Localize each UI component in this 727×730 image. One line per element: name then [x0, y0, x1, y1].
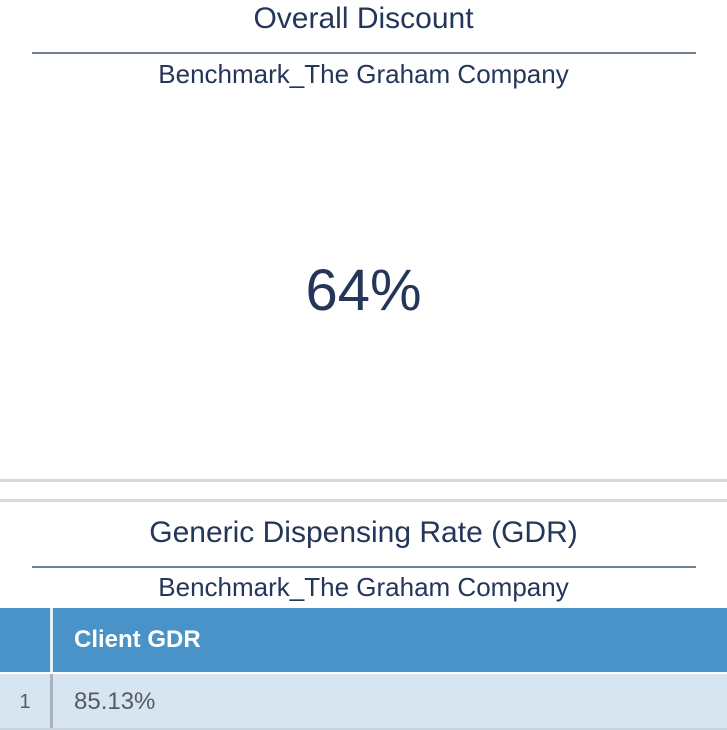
panel-separator	[0, 479, 727, 482]
title-divider	[32, 52, 696, 54]
column-divider	[50, 608, 53, 672]
kpi-value: 64%	[305, 258, 422, 323]
table-row[interactable]: 1 85.13%	[0, 674, 727, 730]
column-header-client-gdr[interactable]: Client GDR	[74, 608, 201, 672]
column-divider	[50, 674, 53, 730]
table-header-row: Client GDR	[0, 608, 727, 672]
client-gdr-cell: 85.13%	[74, 688, 156, 715]
title-divider	[32, 566, 696, 568]
panel-title: Generic Dispensing Rate (GDR)	[149, 516, 578, 549]
overall-discount-panel: Overall Discount Benchmark_The Graham Co…	[0, 0, 727, 480]
row-index: 1	[19, 691, 31, 713]
panel-separator	[0, 499, 727, 502]
panel-subtitle: Benchmark_The Graham Company	[158, 572, 569, 602]
panel-title: Overall Discount	[253, 2, 474, 35]
panel-subtitle: Benchmark_The Graham Company	[158, 59, 569, 89]
row-index-header	[0, 608, 50, 672]
